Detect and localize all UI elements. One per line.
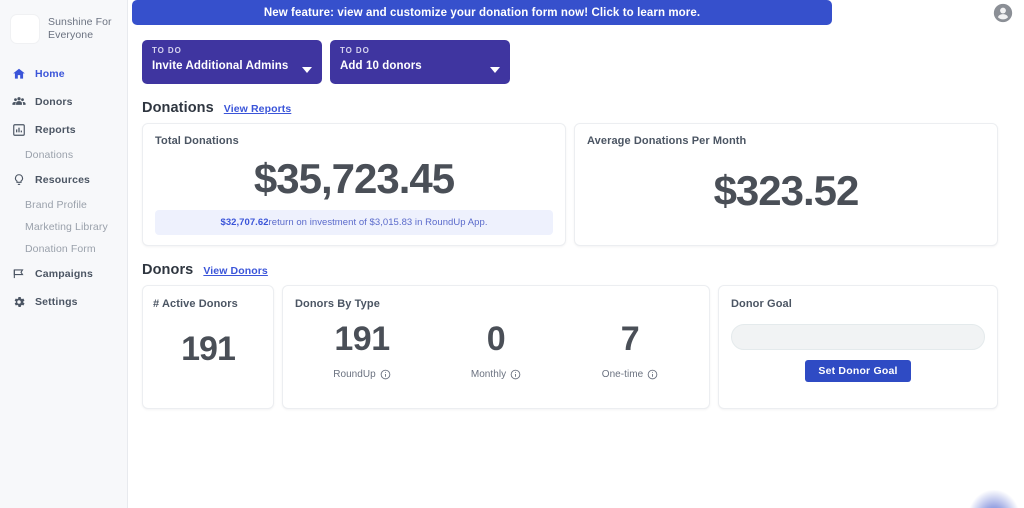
todo-label: TO DO [340, 46, 370, 55]
flag-icon [12, 267, 26, 281]
info-circle-icon[interactable] [380, 369, 391, 380]
donor-type-monthly: 0 Monthly [429, 320, 563, 380]
donor-type-value: 0 [486, 320, 506, 358]
sidebar-item-reports[interactable]: Reports [0, 116, 127, 144]
total-donations-card: Total Donations $35,723.45 $32,707.62 re… [142, 123, 566, 246]
view-reports-link[interactable]: View Reports [224, 103, 292, 115]
sidebar-item-settings[interactable]: Settings [0, 288, 127, 316]
card-title: Total Donations [155, 135, 239, 147]
set-donor-goal-button[interactable]: Set Donor Goal [805, 360, 911, 382]
brand[interactable]: Sunshine For Everyone [0, 10, 127, 60]
sidebar: Sunshine For Everyone Home Donors Report [0, 0, 128, 508]
active-donors-value: 191 [181, 330, 236, 368]
donor-goal-input[interactable] [731, 324, 985, 350]
donors-by-type-card: Donors By Type 191 RoundUp 0 Monthly 7 O… [282, 285, 710, 409]
page-title-donations: Donations [142, 100, 214, 116]
donor-type-label: Monthly [470, 369, 507, 380]
content-area: TO DO Invite Additional Admins TO DO Add… [128, 30, 1024, 409]
chevron-down-icon[interactable] [490, 67, 500, 73]
donor-type-value: 7 [620, 320, 640, 358]
bar-chart-icon [12, 123, 26, 137]
donor-type-label: RoundUp [333, 369, 376, 380]
brand-name: Sunshine For Everyone [48, 16, 112, 41]
sidebar-item-brand-profile[interactable]: Brand Profile [0, 194, 127, 216]
sidebar-item-label: Resources [35, 174, 91, 186]
sidebar-item-label: Settings [35, 296, 78, 308]
donations-section-header: Donations View Reports [140, 84, 1008, 123]
topbar: New feature: view and customize your don… [128, 0, 1024, 30]
card-title: # Active Donors [153, 298, 238, 310]
donations-card-row: Total Donations $35,723.45 $32,707.62 re… [140, 123, 1008, 246]
org-logo-placeholder [10, 14, 40, 44]
donor-goal-button-wrap: Set Donor Goal [731, 360, 985, 382]
card-title: Average Donations Per Month [587, 135, 747, 147]
main-content: New feature: view and customize your don… [128, 0, 1024, 508]
chevron-down-icon[interactable] [302, 67, 312, 73]
card-title: Donor Goal [731, 298, 792, 310]
average-donations-value: $323.52 [713, 167, 860, 214]
todo-label: TO DO [152, 46, 182, 55]
view-donors-link[interactable]: View Donors [203, 265, 268, 277]
sidebar-item-campaigns[interactable]: Campaigns [0, 260, 127, 288]
donor-type-value: 191 [334, 320, 390, 358]
donors-card-row: # Active Donors 191 Donors By Type 191 R… [140, 285, 1008, 409]
sidebar-nav: Home Donors Reports Donations Resources … [0, 60, 127, 316]
average-donations-card: Average Donations Per Month $323.52 [574, 123, 998, 246]
sidebar-item-marketing-library[interactable]: Marketing Library [0, 216, 127, 238]
sidebar-item-donation-form[interactable]: Donation Form [0, 238, 127, 260]
info-circle-icon[interactable] [510, 369, 521, 380]
sidebar-item-donors[interactable]: Donors [0, 88, 127, 116]
todo-card-invite-admins[interactable]: TO DO Invite Additional Admins [142, 40, 322, 84]
roi-text: return on investment of $3,015.83 in Rou… [268, 217, 488, 228]
app-root: Sunshine For Everyone Home Donors Report [0, 0, 1024, 508]
donor-type-label-wrap: Monthly [429, 369, 563, 380]
todo-value: Invite Additional Admins [152, 60, 289, 72]
donor-type-one-time: 7 One-time [563, 320, 697, 380]
roi-return-amount: $32,707.62 [220, 217, 269, 228]
lightbulb-icon [12, 173, 26, 187]
active-donors-card: # Active Donors 191 [142, 285, 274, 409]
sidebar-item-label: Campaigns [35, 268, 93, 280]
roi-banner: $32,707.62 return on investment of $3,01… [155, 210, 553, 235]
sidebar-item-donations[interactable]: Donations [0, 144, 127, 166]
sidebar-item-label: Reports [35, 124, 76, 136]
sidebar-item-label: Home [35, 68, 65, 80]
donor-type-label: One-time [601, 369, 644, 380]
donor-type-label-wrap: One-time [563, 369, 697, 380]
gear-icon [12, 295, 26, 309]
todo-value: Add 10 donors [340, 60, 422, 72]
sidebar-item-label: Donors [35, 96, 73, 108]
chat-support-widget[interactable] [968, 490, 1020, 508]
feature-banner[interactable]: New feature: view and customize your don… [132, 0, 832, 25]
donor-type-label-wrap: RoundUp [295, 369, 429, 380]
todo-row: TO DO Invite Additional Admins TO DO Add… [140, 30, 1008, 84]
card-title: Donors By Type [295, 298, 380, 310]
home-icon [12, 67, 26, 81]
todo-card-add-donors[interactable]: TO DO Add 10 donors [330, 40, 510, 84]
sidebar-item-resources[interactable]: Resources [0, 166, 127, 194]
donors-section-header: Donors View Donors [140, 246, 1008, 285]
page-title-donors: Donors [142, 262, 194, 278]
donor-type-roundup: 191 RoundUp [295, 320, 429, 380]
total-donations-value: $35,723.45 [253, 155, 455, 202]
info-circle-icon[interactable] [647, 369, 658, 380]
account-circle-icon[interactable] [992, 2, 1014, 24]
sidebar-item-home[interactable]: Home [0, 60, 127, 88]
people-group-icon [12, 95, 26, 109]
donors-by-type-grid: 191 RoundUp 0 Monthly 7 One-time [295, 320, 697, 380]
donor-goal-card: Donor Goal Set Donor Goal [718, 285, 998, 409]
